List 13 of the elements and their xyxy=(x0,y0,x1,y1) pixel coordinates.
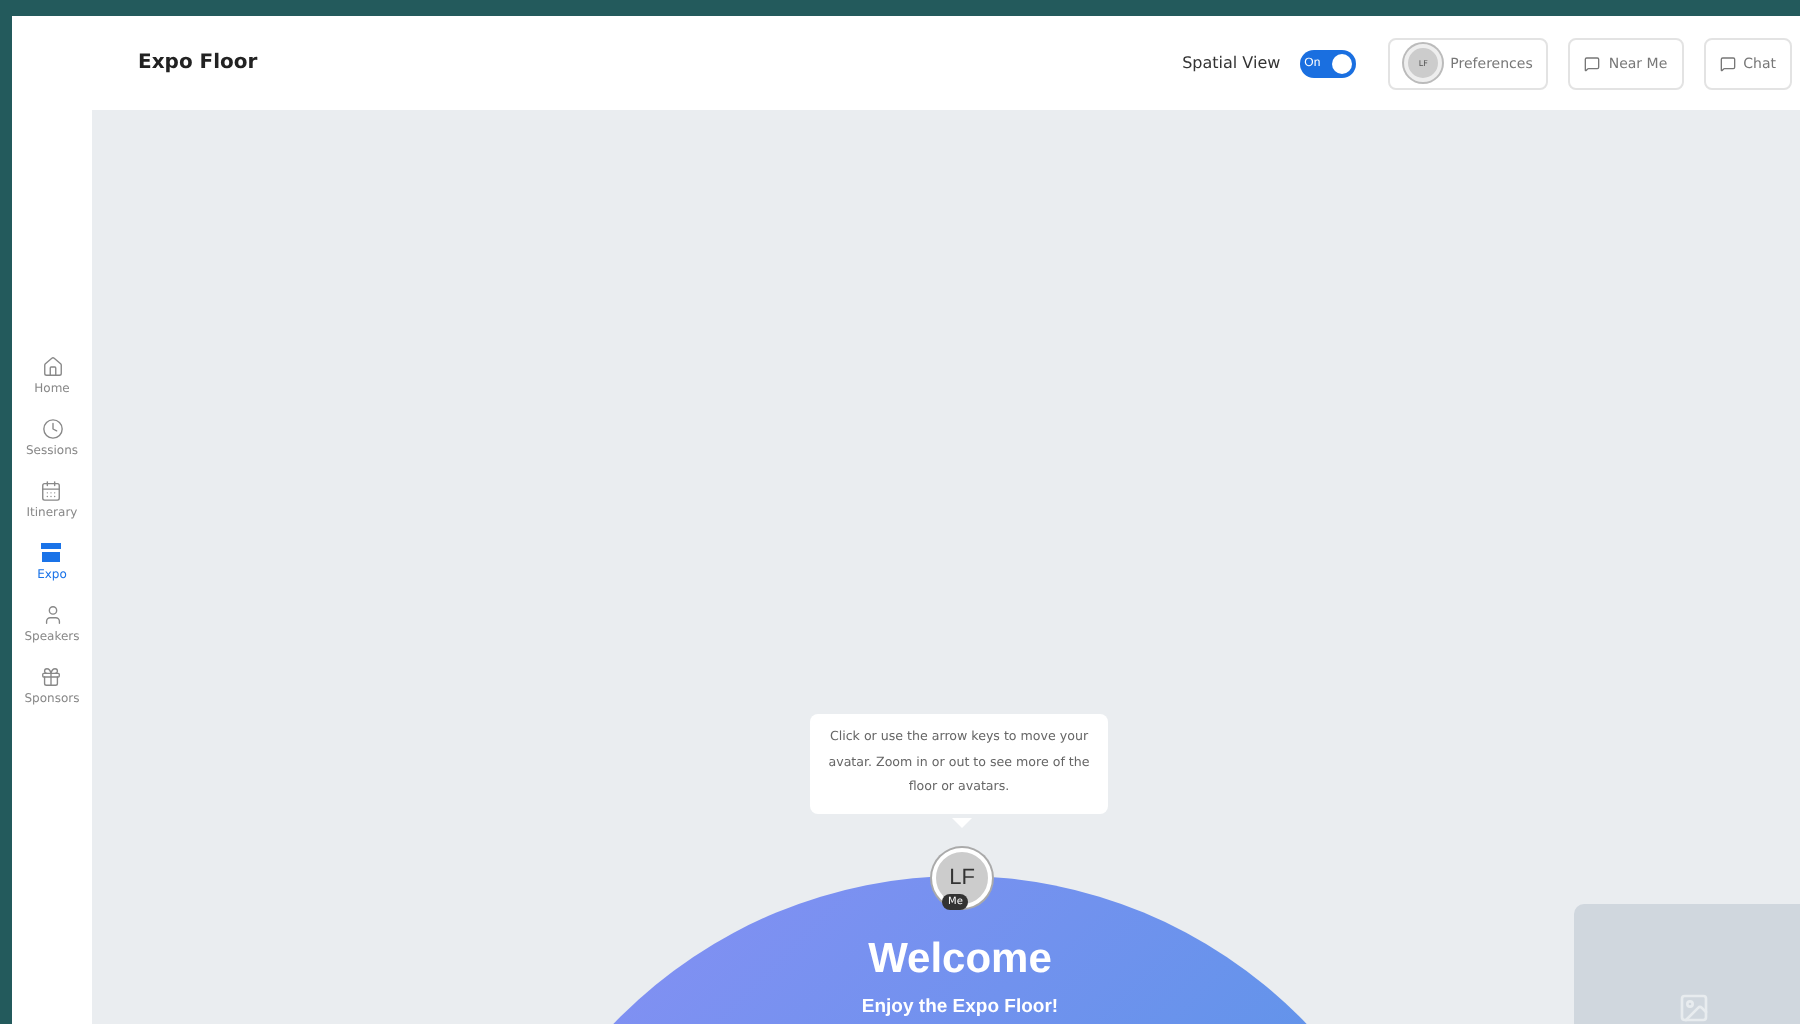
person-icon xyxy=(41,604,63,626)
home-icon xyxy=(41,356,63,378)
calendar-icon xyxy=(40,480,63,502)
spatial-view-label: Spatial View xyxy=(1182,54,1281,72)
storefront-icon xyxy=(40,542,63,564)
chat-bubble-icon xyxy=(1584,55,1601,71)
page-title: Expo Floor xyxy=(138,52,258,74)
welcome-subtitle: Enjoy the Expo Floor! xyxy=(861,996,1059,1018)
clock-icon xyxy=(41,418,63,440)
image-icon xyxy=(1678,992,1710,1024)
gift-icon xyxy=(40,666,63,688)
welcome-title: Welcome xyxy=(868,936,1052,984)
chat-bubble-icon xyxy=(1719,55,1736,71)
